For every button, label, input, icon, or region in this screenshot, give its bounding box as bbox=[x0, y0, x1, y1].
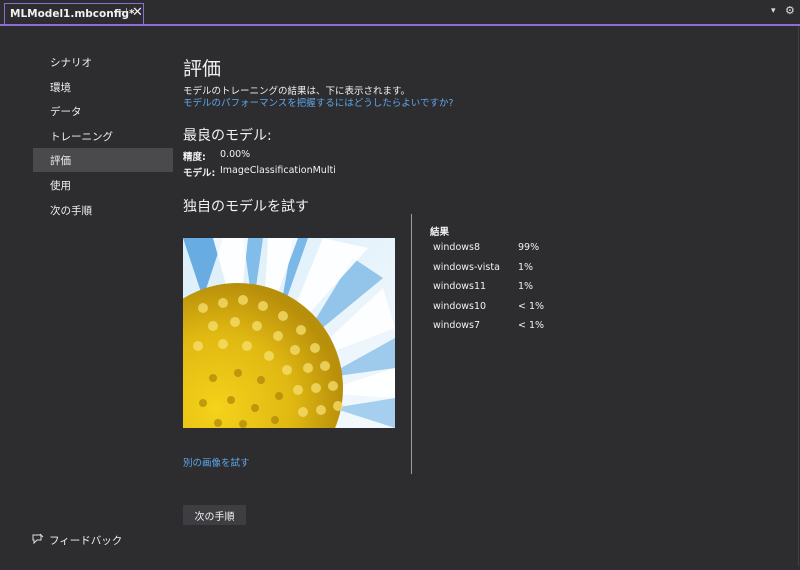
accuracy-value: 0.00% bbox=[220, 149, 251, 160]
result-row: windows10 < 1% bbox=[433, 301, 593, 315]
result-value: < 1% bbox=[518, 301, 545, 312]
page-title: 評価 bbox=[183, 58, 222, 80]
result-value: 99% bbox=[518, 242, 540, 253]
model-value: ImageClassificationMulti bbox=[220, 165, 336, 176]
accuracy-label: 精度: bbox=[183, 152, 206, 163]
vertical-divider bbox=[411, 214, 412, 474]
sidebar-item-label: データ bbox=[50, 105, 82, 118]
next-step-button[interactable]: 次の手順 bbox=[183, 505, 246, 525]
best-model-heading: 最良のモデル: bbox=[183, 128, 272, 144]
tab-title: MLModel1.mbconfig* bbox=[10, 8, 135, 20]
result-value: 1% bbox=[518, 281, 534, 292]
result-value: < 1% bbox=[518, 320, 545, 331]
result-label: windows-vista bbox=[433, 262, 500, 273]
result-row: windows7 < 1% bbox=[433, 320, 593, 334]
result-value: 1% bbox=[518, 262, 534, 273]
result-row: windows8 99% bbox=[433, 242, 593, 256]
tab-dropdown-icon[interactable]: ▾ bbox=[771, 6, 776, 16]
close-icon[interactable]: ✕ bbox=[132, 5, 143, 20]
model-builder-content: シナリオ 環境 データ トレーニング 評価 使用 次の手順 フィードバック 評価… bbox=[0, 26, 799, 566]
result-label: windows8 bbox=[433, 242, 481, 253]
gear-icon[interactable]: ⚙ bbox=[785, 4, 795, 17]
result-row: windows-vista 1% bbox=[433, 262, 593, 276]
sidebar-item-label: 環境 bbox=[50, 81, 71, 94]
feedback-icon bbox=[32, 533, 44, 548]
sidebar-item-label: 次の手順 bbox=[50, 204, 92, 217]
pin-icon[interactable]: ⊣ bbox=[119, 7, 128, 18]
results-heading: 結果 bbox=[430, 227, 450, 238]
sidebar-item-label: 使用 bbox=[50, 179, 71, 192]
sidebar-item-scenario[interactable]: シナリオ bbox=[33, 50, 173, 74]
help-link[interactable]: モデルのパフォーマンスを把握するにはどうしたらよいですか? bbox=[183, 95, 454, 109]
try-model-heading: 独自のモデルを試す bbox=[183, 199, 309, 215]
sidebar-item-evaluate[interactable]: 評価 bbox=[33, 148, 173, 172]
sidebar-item-environment[interactable]: 環境 bbox=[33, 75, 173, 99]
result-label: windows10 bbox=[433, 301, 487, 312]
result-label: windows11 bbox=[433, 281, 487, 292]
try-another-image-link[interactable]: 別の画像を試す bbox=[183, 455, 250, 469]
document-tab-bar: MLModel1.mbconfig* ⊣ ✕ ▾ ⚙ bbox=[0, 0, 800, 26]
sidebar-item-label: シナリオ bbox=[50, 56, 92, 69]
sidebar-item-training[interactable]: トレーニング bbox=[33, 124, 173, 148]
model-label: モデル: bbox=[183, 168, 216, 179]
sidebar-item-consume[interactable]: 使用 bbox=[33, 173, 173, 197]
feedback-link[interactable]: フィードバック bbox=[32, 533, 122, 548]
sidebar-item-label: 評価 bbox=[50, 154, 71, 167]
sidebar-item-label: トレーニング bbox=[50, 130, 113, 143]
result-row: windows11 1% bbox=[433, 281, 593, 295]
feedback-label: フィードバック bbox=[49, 535, 123, 547]
document-tab[interactable]: MLModel1.mbconfig* ⊣ ✕ bbox=[4, 3, 144, 24]
result-label: windows7 bbox=[433, 320, 481, 331]
sidebar-item-data[interactable]: データ bbox=[33, 99, 173, 123]
test-image-preview bbox=[183, 238, 395, 428]
sidebar-item-next-steps[interactable]: 次の手順 bbox=[33, 198, 173, 222]
